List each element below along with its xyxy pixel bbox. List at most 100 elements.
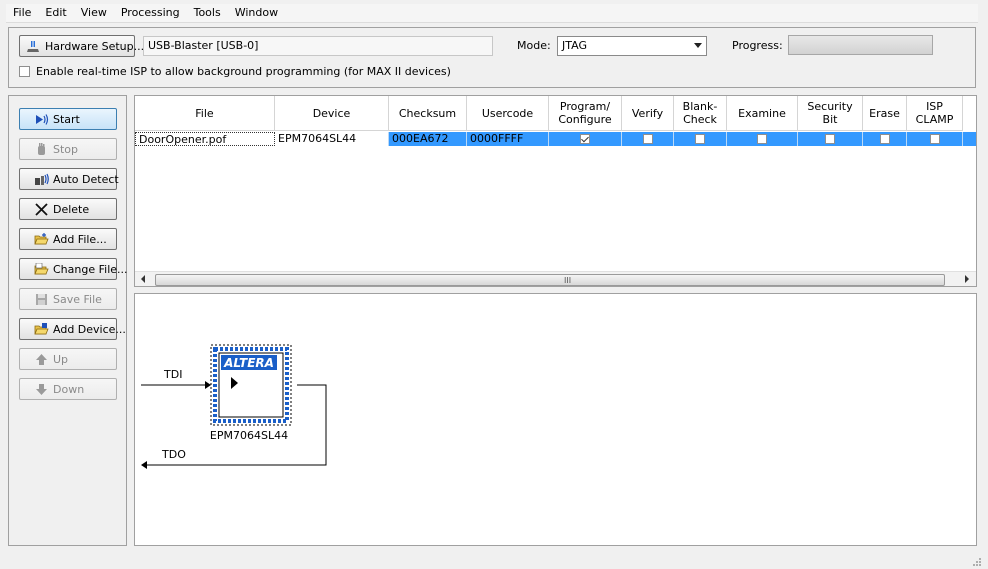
- cell-usercode: 0000FFFF: [467, 132, 549, 146]
- cell-erase: [863, 132, 907, 146]
- status-bar: [0, 549, 988, 569]
- menu-processing[interactable]: Processing: [114, 4, 187, 22]
- header-checksum[interactable]: Checksum: [389, 96, 467, 130]
- down-arrow-icon: [36, 383, 47, 395]
- header-program-configure[interactable]: Program/ Configure: [549, 96, 622, 130]
- erase-checkbox[interactable]: [879, 134, 890, 144]
- menu-window[interactable]: Window: [228, 4, 285, 22]
- add-device-label: Add Device...: [53, 322, 126, 336]
- blank-check-checkbox[interactable]: [695, 134, 705, 144]
- header-verify[interactable]: Verify: [622, 96, 674, 130]
- start-label: Start: [53, 112, 80, 126]
- device-table: File Device Checksum Usercode Program/ C…: [134, 95, 977, 287]
- auto-detect-icon: [35, 173, 49, 185]
- stop-hand-icon: [38, 142, 45, 155]
- scroll-right-icon[interactable]: [965, 275, 969, 283]
- header-file[interactable]: File: [135, 96, 275, 130]
- tdi-label: TDI: [163, 368, 182, 381]
- header-isp-clamp[interactable]: ISP CLAMP: [907, 96, 963, 130]
- add-device-icon: [34, 322, 49, 334]
- save-file-button[interactable]: Save File: [19, 288, 117, 310]
- menu-file[interactable]: File: [6, 4, 38, 22]
- cell-program-configure: [549, 132, 622, 146]
- isp-option[interactable]: Enable real-time ISP to allow background…: [19, 65, 451, 78]
- auto-detect-label: Auto Detect: [53, 172, 119, 186]
- isp-clamp-checkbox[interactable]: [929, 134, 940, 144]
- add-device-button[interactable]: Add Device...: [19, 318, 126, 340]
- row-filler: [963, 132, 976, 146]
- table-row[interactable]: DoorOpener.pof EPM7064SL44 000EA672 0000…: [135, 132, 976, 146]
- mode-label: Mode:: [517, 39, 551, 52]
- header-device[interactable]: Device: [275, 96, 389, 130]
- change-file-button[interactable]: Change File...: [19, 258, 128, 280]
- device-chip[interactable]: ALTERA: [210, 344, 292, 426]
- hardware-field: USB-Blaster [USB-0]: [143, 36, 493, 56]
- horizontal-scrollbar[interactable]: III: [135, 271, 976, 286]
- header-examine[interactable]: Examine: [727, 96, 798, 130]
- cell-device: EPM7064SL44: [275, 132, 389, 146]
- hardware-setup-button[interactable]: Hardware Setup...: [19, 35, 144, 57]
- up-label: Up: [53, 352, 69, 366]
- start-button[interactable]: Start: [19, 108, 117, 130]
- program-configure-checkbox[interactable]: [580, 134, 590, 144]
- change-file-icon: [34, 262, 49, 274]
- menu-tools[interactable]: Tools: [187, 4, 228, 22]
- progress-bar: [788, 35, 933, 55]
- jtag-chain-diagram: TDI ALTERA EPM7064SL44 TDO: [141, 344, 327, 469]
- delete-button[interactable]: Delete: [19, 198, 117, 220]
- stop-label: Stop: [53, 142, 79, 156]
- menu-bar: File Edit View Processing Tools Window: [6, 4, 978, 23]
- cell-verify: [622, 132, 674, 146]
- progress-label: Progress:: [732, 39, 783, 52]
- security-bit-checkbox[interactable]: [825, 134, 835, 144]
- menu-view[interactable]: View: [74, 4, 114, 22]
- header-security-bit[interactable]: Security Bit: [798, 96, 863, 130]
- header-usercode[interactable]: Usercode: [467, 96, 549, 130]
- cell-blank-check: [674, 132, 727, 146]
- mode-select[interactable]: JTAG: [557, 36, 707, 56]
- header-blank-check[interactable]: Blank- Check: [674, 96, 727, 130]
- cell-file[interactable]: DoorOpener.pof: [135, 132, 275, 146]
- tdi-line: [141, 381, 211, 389]
- altera-logo: ALTERA: [223, 356, 274, 370]
- hardware-panel: Hardware Setup... USB-Blaster [USB-0] Mo…: [8, 27, 976, 88]
- isp-checkbox-label: Enable real-time ISP to allow background…: [36, 65, 451, 78]
- scroll-grip: III: [564, 276, 572, 285]
- tdo-label: TDO: [161, 448, 186, 461]
- add-file-label: Add File...: [53, 232, 107, 246]
- verify-checkbox[interactable]: [642, 134, 653, 144]
- resize-grip-icon[interactable]: [972, 557, 982, 567]
- hardware-setup-icon: [27, 40, 39, 52]
- up-arrow-icon: [36, 353, 47, 365]
- table-header: File Device Checksum Usercode Program/ C…: [135, 96, 963, 131]
- down-button[interactable]: Down: [19, 378, 117, 400]
- stop-button[interactable]: Stop: [19, 138, 117, 160]
- cell-checksum: 000EA672: [389, 132, 467, 146]
- start-icon: [36, 113, 49, 125]
- action-sidebar: Start Stop Auto Detect Delete Add File..…: [8, 95, 128, 546]
- up-button[interactable]: Up: [19, 348, 117, 370]
- chevron-down-icon: [694, 43, 702, 48]
- down-label: Down: [53, 382, 85, 396]
- examine-checkbox[interactable]: [757, 134, 767, 144]
- add-file-button[interactable]: Add File...: [19, 228, 117, 250]
- cell-security-bit: [798, 132, 863, 146]
- header-erase[interactable]: Erase: [863, 96, 907, 130]
- menu-edit[interactable]: Edit: [38, 4, 73, 22]
- change-file-label: Change File...: [53, 262, 128, 276]
- cell-isp-clamp: [907, 132, 963, 146]
- cell-examine: [727, 132, 798, 146]
- scrollbar-thumb[interactable]: III: [155, 274, 945, 286]
- hardware-setup-label: Hardware Setup...: [45, 39, 145, 53]
- device-name-label: EPM7064SL44: [210, 429, 288, 442]
- isp-checkbox[interactable]: [19, 66, 30, 77]
- save-disk-icon: [36, 293, 47, 305]
- jtag-chain-panel: TDI ALTERA EPM7064SL44 TDO: [134, 293, 977, 546]
- scroll-left-icon[interactable]: [141, 275, 145, 283]
- save-file-label: Save File: [53, 292, 102, 306]
- open-folder-icon: [34, 232, 49, 244]
- auto-detect-button[interactable]: Auto Detect: [19, 168, 119, 190]
- delete-label: Delete: [53, 202, 90, 216]
- mode-value: JTAG: [562, 39, 587, 52]
- delete-icon: [35, 202, 48, 216]
